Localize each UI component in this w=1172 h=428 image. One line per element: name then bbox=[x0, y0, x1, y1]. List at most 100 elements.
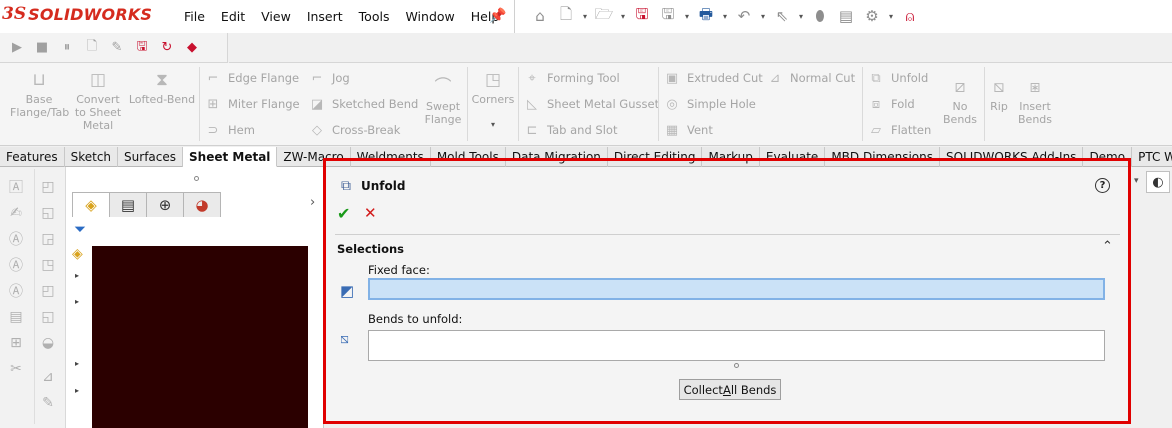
macro-button-icon[interactable]: ◆ bbox=[181, 37, 203, 59]
view-front-icon[interactable]: ◱ bbox=[38, 203, 58, 223]
chevron-down-icon[interactable]: ▾ bbox=[618, 4, 628, 28]
new-document-icon[interactable]: 🗋 bbox=[554, 4, 578, 28]
user-account-icon[interactable]: ⍝ bbox=[898, 4, 922, 28]
chevron-right-icon[interactable]: › bbox=[310, 195, 315, 210]
expand-arrow-icon[interactable]: ▸ bbox=[75, 359, 79, 368]
tab-mbd-dimensions[interactable]: MBD Dimensions bbox=[825, 147, 940, 167]
pin-icon[interactable]: 📌 bbox=[489, 8, 506, 24]
tab-solidworks-add-ins[interactable]: SOLIDWORKS Add-Ins bbox=[940, 147, 1084, 167]
base-flange-button[interactable]: ⊔ Base Flange/Tab bbox=[10, 69, 69, 119]
display-manager-tab-icon[interactable]: ◕ bbox=[183, 192, 221, 217]
bends-to-unfold-list[interactable] bbox=[368, 330, 1105, 361]
select-cursor-icon[interactable]: ⇖ bbox=[770, 4, 794, 28]
chevron-down-icon[interactable]: ▾ bbox=[1134, 176, 1139, 186]
configuration-manager-tab-icon[interactable]: ⊕ bbox=[146, 192, 184, 217]
tab-mold-tools[interactable]: Mold Tools bbox=[431, 147, 506, 167]
corners-button[interactable]: ◳ Corners ▾ bbox=[470, 69, 516, 131]
hem-button[interactable]: ⊃ Hem bbox=[204, 120, 255, 140]
tools-icon[interactable]: ✂ bbox=[6, 359, 26, 379]
extruded-cut-button[interactable]: ▣ Extruded Cut bbox=[663, 68, 763, 88]
ok-checkmark-icon[interactable]: ✔ bbox=[337, 204, 350, 223]
tab-direct-editing[interactable]: Direct Editing bbox=[608, 147, 703, 167]
collect-all-bends-button[interactable]: Collect All Bends bbox=[679, 379, 781, 400]
run-macro-icon[interactable]: ▶ bbox=[6, 37, 28, 59]
save-as-icon[interactable]: 🖫 bbox=[656, 4, 680, 28]
jog-button[interactable]: ⌐ Jog bbox=[308, 68, 350, 88]
save-icon[interactable]: 🖫 bbox=[630, 4, 654, 28]
view-iso-icon[interactable]: ◰ bbox=[38, 281, 58, 301]
new-macro-icon[interactable]: 🗋 bbox=[81, 37, 103, 59]
rebuild-icon[interactable]: ⬮ bbox=[808, 4, 832, 28]
vent-button[interactable]: ▦ Vent bbox=[663, 120, 713, 140]
annotation-icon[interactable]: 🄰 bbox=[6, 177, 26, 197]
view-display-icon[interactable]: ◐ bbox=[1146, 171, 1170, 193]
tab-weldments[interactable]: Weldments bbox=[351, 147, 431, 167]
convert-sheet-metal-button[interactable]: ◫ Convert to Sheet Metal bbox=[72, 69, 124, 132]
sketched-bend-button[interactable]: ◪ Sketched Bend bbox=[308, 94, 419, 114]
lofted-bend-button[interactable]: ⧗ Lofted-Bend bbox=[126, 69, 198, 106]
measure-icon[interactable]: ⊿ bbox=[38, 367, 58, 387]
edit-macro-icon[interactable]: ✎ bbox=[106, 37, 128, 59]
help-icon[interactable]: ? bbox=[1095, 178, 1110, 193]
edit-sketch-icon[interactable]: ✎ bbox=[38, 393, 58, 413]
simple-hole-button[interactable]: ◎ Simple Hole bbox=[663, 94, 756, 114]
print-icon[interactable]: 🖶 bbox=[694, 4, 718, 28]
menu-tools[interactable]: Tools bbox=[351, 9, 398, 24]
tab-data-migration[interactable]: Data Migration bbox=[506, 147, 608, 167]
view-right-icon[interactable]: ◳ bbox=[38, 255, 58, 275]
chevron-down-icon[interactable]: ▾ bbox=[580, 4, 590, 28]
tab-sheet-metal[interactable]: Sheet Metal bbox=[183, 147, 278, 167]
panel-resize-grip[interactable] bbox=[194, 176, 199, 181]
normal-cut-button[interactable]: ⊿ Normal Cut bbox=[766, 68, 856, 88]
text-icon[interactable]: Ⓐ bbox=[6, 229, 26, 249]
stack-icon[interactable]: ▤ bbox=[6, 307, 26, 327]
pause-macro-icon[interactable]: ⏸ bbox=[56, 37, 78, 59]
annotation-edit-icon[interactable]: ✍ bbox=[6, 203, 26, 223]
graphics-area[interactable] bbox=[92, 246, 308, 428]
sheet-metal-gusset-button[interactable]: ◺ Sheet Metal Gusset bbox=[523, 94, 659, 114]
expand-arrow-icon[interactable]: ▸ bbox=[75, 271, 79, 280]
part-icon[interactable]: ◈ bbox=[72, 246, 83, 262]
unfold-button[interactable]: ⧉ Unfold bbox=[867, 68, 928, 88]
solidworks-logo[interactable]: 3S SOLIDWORKS bbox=[2, 4, 152, 24]
filter-icon[interactable]: ⏷ bbox=[74, 220, 86, 238]
list-resize-grip[interactable] bbox=[734, 363, 739, 368]
selections-section-title[interactable]: Selections bbox=[337, 242, 404, 256]
tab-ptc-windchill[interactable]: PTC Windchill bbox=[1132, 147, 1172, 167]
open-folder-icon[interactable]: 🗁 bbox=[592, 4, 616, 28]
collapse-chevron-icon[interactable]: ⌃ bbox=[1102, 239, 1113, 254]
menu-view[interactable]: View bbox=[253, 9, 299, 24]
feature-tree-tab-icon[interactable]: ◈ bbox=[72, 192, 110, 217]
expand-arrow-icon[interactable]: ▸ bbox=[75, 297, 79, 306]
view-top-icon[interactable]: ◲ bbox=[38, 229, 58, 249]
gear-icon[interactable]: ⚙ bbox=[860, 4, 884, 28]
flatten-button[interactable]: ▱ Flatten bbox=[867, 120, 931, 140]
fold-button[interactable]: ⧈ Fold bbox=[867, 94, 915, 114]
datum-icon[interactable]: ⊞ bbox=[6, 333, 26, 353]
menu-file[interactable]: File bbox=[176, 9, 213, 24]
tab-and-slot-button[interactable]: ⊏ Tab and Slot bbox=[523, 120, 618, 140]
chevron-down-icon[interactable]: ▾ bbox=[470, 118, 516, 131]
refresh-macro-icon[interactable]: ↻ bbox=[156, 37, 178, 59]
expand-arrow-icon[interactable]: ▸ bbox=[75, 386, 79, 395]
chevron-down-icon[interactable]: ▾ bbox=[796, 4, 806, 28]
fixed-face-input[interactable] bbox=[368, 278, 1105, 300]
chevron-down-icon[interactable]: ▾ bbox=[758, 4, 768, 28]
tab-evaluate[interactable]: Evaluate bbox=[760, 147, 826, 167]
forming-tool-button[interactable]: ⌖ Forming Tool bbox=[523, 68, 619, 88]
stop-macro-icon[interactable]: ■ bbox=[31, 37, 53, 59]
file-properties-icon[interactable]: ▤ bbox=[834, 4, 858, 28]
undo-icon[interactable]: ↶ bbox=[732, 4, 756, 28]
chevron-down-icon[interactable]: ▾ bbox=[886, 4, 896, 28]
swept-flange-button[interactable]: ⌒ Swept Flange bbox=[418, 69, 468, 126]
tab-markup[interactable]: Markup bbox=[702, 147, 760, 167]
menu-window[interactable]: Window bbox=[397, 9, 462, 24]
edge-flange-button[interactable]: ⌐ Edge Flange bbox=[204, 68, 300, 88]
property-manager-tab-icon[interactable]: ▤ bbox=[109, 192, 147, 217]
rip-button[interactable]: ⧅ Rip bbox=[986, 69, 1012, 113]
tab-zw-macro[interactable]: ZW-Macro bbox=[277, 147, 351, 167]
menu-insert[interactable]: Insert bbox=[299, 9, 351, 24]
cancel-x-icon[interactable]: ✕ bbox=[364, 204, 377, 222]
menu-edit[interactable]: Edit bbox=[213, 9, 253, 24]
miter-flange-button[interactable]: ⊞ Miter Flange bbox=[204, 94, 300, 114]
